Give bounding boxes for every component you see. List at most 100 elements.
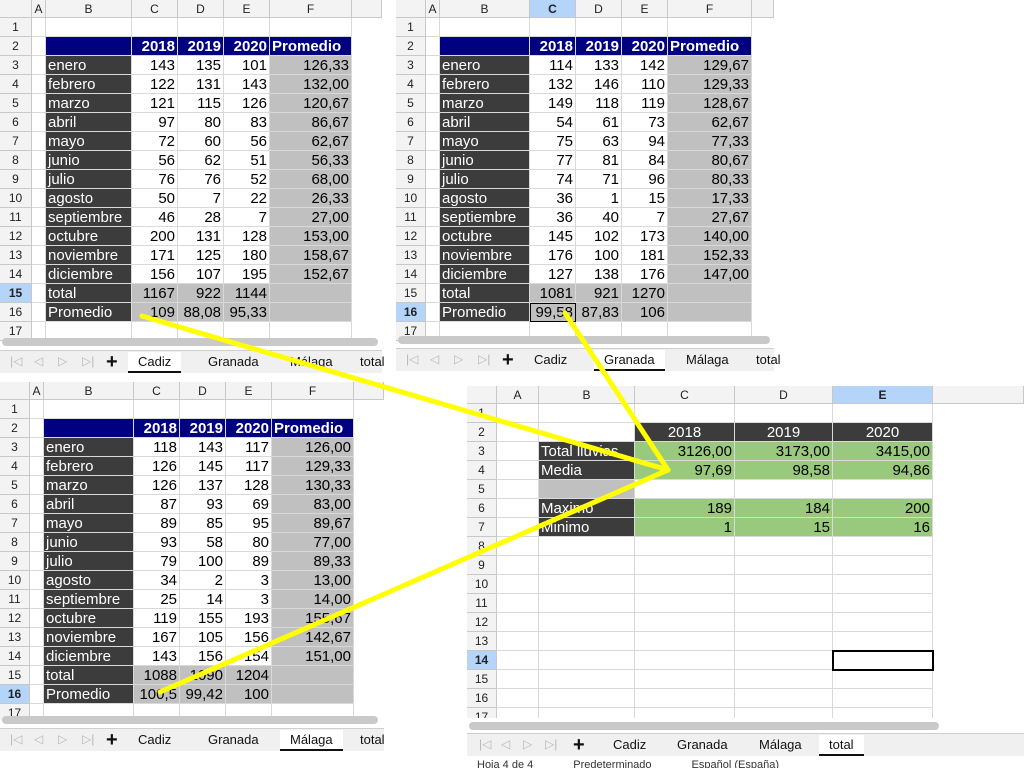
grid-cell[interactable] xyxy=(30,628,44,647)
grid-cell[interactable] xyxy=(32,303,46,322)
grid-cell[interactable] xyxy=(833,480,933,499)
blank-grey-cell[interactable] xyxy=(539,480,635,499)
row-header-6[interactable]: 6 xyxy=(467,499,497,518)
row-header-4[interactable]: 4 xyxy=(0,75,32,94)
sheet-tab-1[interactable]: Granada xyxy=(594,350,665,371)
next-sheet-icon[interactable]: ▷ xyxy=(58,732,67,746)
month-label[interactable]: octubre xyxy=(440,227,530,246)
row-header-6[interactable]: 6 xyxy=(0,113,32,132)
grid-cell[interactable] xyxy=(735,575,833,594)
grid-cell[interactable] xyxy=(497,708,539,718)
grid-cell[interactable] xyxy=(32,170,46,189)
total-2019[interactable]: 921 xyxy=(576,284,622,303)
grid-cell[interactable] xyxy=(32,246,46,265)
promedio-value[interactable]: 62,67 xyxy=(270,132,352,151)
grid-cell[interactable] xyxy=(735,632,833,651)
horizontal-scrollbar[interactable] xyxy=(2,338,378,346)
grid-cell[interactable] xyxy=(32,18,46,37)
value-2019[interactable]: 7 xyxy=(178,189,224,208)
summary-label[interactable]: Minimo xyxy=(539,518,635,537)
month-label[interactable]: abril xyxy=(440,113,530,132)
grid-cell[interactable] xyxy=(635,404,735,423)
value-2020[interactable]: 181 xyxy=(622,246,668,265)
value-2018[interactable]: 76 xyxy=(132,170,178,189)
select-all-corner[interactable] xyxy=(396,0,426,18)
promedio-value[interactable]: 77,33 xyxy=(668,132,752,151)
grid-cell[interactable] xyxy=(426,303,440,322)
promedio-value[interactable]: 86,67 xyxy=(270,113,352,132)
value-2019[interactable]: 40 xyxy=(576,208,622,227)
add-sheet-icon[interactable]: + xyxy=(106,351,118,374)
value-2019[interactable]: 28 xyxy=(178,208,224,227)
grid-cell[interactable] xyxy=(497,537,539,556)
add-sheet-icon[interactable]: + xyxy=(106,729,118,752)
total-promedio-empty[interactable] xyxy=(272,666,354,685)
promedio-value[interactable]: 77,00 xyxy=(272,533,354,552)
row-header-16[interactable]: 16 xyxy=(467,689,497,708)
column-header-a[interactable]: A xyxy=(497,386,539,404)
promedio-value[interactable]: 140,00 xyxy=(668,227,752,246)
row-header-10[interactable]: 10 xyxy=(0,189,32,208)
value-2020[interactable]: 56 xyxy=(224,132,270,151)
month-label[interactable]: julio xyxy=(440,170,530,189)
value-2019[interactable]: 62 xyxy=(178,151,224,170)
value-2018[interactable]: 132 xyxy=(530,75,576,94)
horizontal-scrollbar[interactable] xyxy=(2,716,378,724)
grid-cell[interactable] xyxy=(576,18,622,37)
year-header-2020[interactable]: 2020 xyxy=(622,37,668,56)
row-header-12[interactable]: 12 xyxy=(0,227,32,246)
grid-cell[interactable] xyxy=(539,670,635,689)
value-2018[interactable]: 46 xyxy=(132,208,178,227)
grid-cell[interactable] xyxy=(497,518,539,537)
month-label[interactable]: junio xyxy=(46,151,132,170)
grid-cell[interactable] xyxy=(32,113,46,132)
first-sheet-icon[interactable]: |◁ xyxy=(10,354,22,368)
promedio-2019[interactable]: 88,08 xyxy=(178,303,224,322)
month-label[interactable]: junio xyxy=(44,533,134,552)
grid-cell[interactable] xyxy=(539,594,635,613)
sheet-tab-0[interactable]: Cadiz xyxy=(613,737,646,752)
grid-cell[interactable] xyxy=(46,18,132,37)
grid-cell[interactable] xyxy=(833,404,933,423)
year-header-2018[interactable]: 2018 xyxy=(530,37,576,56)
value-2020[interactable]: 156 xyxy=(226,628,272,647)
month-label[interactable]: febrero xyxy=(46,75,132,94)
promedio-value[interactable]: 155,67 xyxy=(272,609,354,628)
column-header-d[interactable]: D xyxy=(178,0,224,18)
header-blank-cell[interactable] xyxy=(46,37,132,56)
promedio-2019[interactable]: 99,42 xyxy=(180,685,226,704)
grid-cell[interactable] xyxy=(635,556,735,575)
value-2020[interactable]: 69 xyxy=(226,495,272,514)
grid-cell[interactable] xyxy=(668,18,752,37)
value-2020[interactable]: 84 xyxy=(622,151,668,170)
value-2018[interactable]: 143 xyxy=(132,56,178,75)
value-2020[interactable]: 126 xyxy=(224,94,270,113)
row-header-10[interactable]: 10 xyxy=(0,571,30,590)
promedio-value[interactable]: 129,33 xyxy=(668,75,752,94)
grid-cell[interactable] xyxy=(30,438,44,457)
month-label[interactable]: abril xyxy=(46,113,132,132)
month-label[interactable]: noviembre xyxy=(46,246,132,265)
promedio-2020[interactable]: 100 xyxy=(226,685,272,704)
row-header-15[interactable]: 15 xyxy=(467,670,497,689)
summary-label[interactable]: Media xyxy=(539,461,635,480)
promedio-value[interactable]: 129,67 xyxy=(668,56,752,75)
grid-cell[interactable] xyxy=(539,708,635,718)
promedio-value[interactable]: 158,67 xyxy=(270,246,352,265)
grid-cell[interactable] xyxy=(426,56,440,75)
value-2020[interactable]: 89 xyxy=(226,552,272,571)
grid-cell[interactable] xyxy=(635,651,735,670)
grid-cell[interactable] xyxy=(32,189,46,208)
column-header-c[interactable]: C xyxy=(132,0,178,18)
year-header-2018[interactable]: 2018 xyxy=(132,37,178,56)
sheet-tab-2[interactable]: Málaga xyxy=(280,730,343,751)
value-2018[interactable]: 126 xyxy=(134,457,180,476)
grid-cell[interactable] xyxy=(539,556,635,575)
row-header-1[interactable]: 1 xyxy=(0,18,32,37)
first-sheet-icon[interactable]: |◁ xyxy=(406,352,418,366)
row-header-5[interactable]: 5 xyxy=(396,94,426,113)
sheet-tab-0[interactable]: Cadiz xyxy=(534,352,567,367)
value-2019[interactable]: 63 xyxy=(576,132,622,151)
grid-cell[interactable] xyxy=(539,537,635,556)
sheet-tab-3[interactable]: total xyxy=(756,352,781,367)
